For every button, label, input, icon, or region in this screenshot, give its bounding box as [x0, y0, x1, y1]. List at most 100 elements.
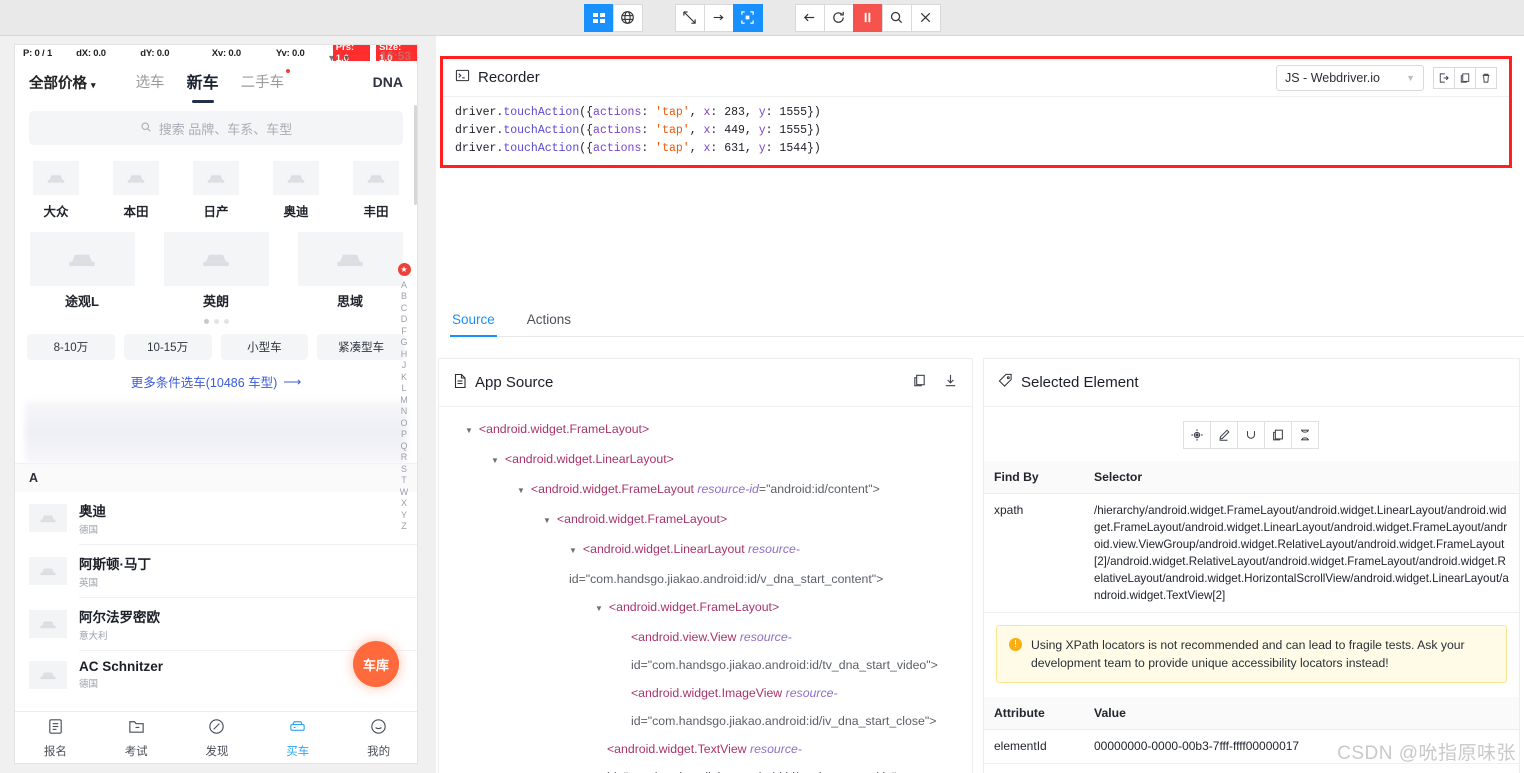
bottom-tab-kaoshi[interactable]: 考试: [96, 717, 177, 759]
tree-node[interactable]: <android.widget.ImageView resource-id="c…: [449, 679, 962, 735]
alpha-letter[interactable]: J: [402, 360, 407, 370]
swipe-icon[interactable]: [703, 3, 734, 32]
alphabet-index[interactable]: ★ A B C D F G H J K L M N O P Q R S T W: [395, 263, 413, 531]
app-tab-ershouche[interactable]: 二手车: [241, 68, 291, 94]
filter-chip[interactable]: 紧凑型车: [317, 334, 405, 360]
filter-chip[interactable]: 10-15万: [123, 334, 212, 360]
tab-actions[interactable]: Actions: [525, 306, 573, 336]
alpha-letter[interactable]: T: [401, 475, 407, 485]
table-row[interactable]: xpath /hierarchy/android.widget.FrameLay…: [984, 493, 1519, 613]
close-icon[interactable]: [910, 3, 941, 32]
alpha-letter[interactable]: X: [401, 498, 407, 508]
model-cell[interactable]: 途观L: [27, 232, 137, 310]
tap-target-icon[interactable]: [732, 3, 763, 32]
bottom-tab-maiche[interactable]: 买车: [257, 717, 338, 759]
source-tree[interactable]: ▼ <android.widget.FrameLayout> ▼ <android.…: [439, 407, 972, 773]
chevron-down-icon[interactable]: ▼: [491, 447, 499, 475]
app-tab-xuanche[interactable]: 选车: [136, 71, 165, 94]
alpha-letter[interactable]: Z: [401, 521, 407, 531]
chevron-down-icon[interactable]: ▼: [465, 417, 473, 445]
alpha-letter[interactable]: A: [401, 280, 407, 290]
alpha-letter[interactable]: R: [401, 452, 408, 462]
garage-fab-button[interactable]: 车库: [353, 641, 399, 687]
ad-banner-blurred[interactable]: [25, 401, 407, 463]
app-tab-xinche[interactable]: 新车: [187, 69, 219, 95]
model-carousel[interactable]: 途观L 英朗 思域: [15, 222, 417, 310]
list-item[interactable]: 阿斯顿·马丁 英国: [15, 545, 417, 597]
alpha-letter[interactable]: G: [400, 337, 407, 347]
alpha-letter[interactable]: H: [401, 349, 408, 359]
recorder-code[interactable]: driver.touchAction({actions: 'tap', x: 2…: [443, 97, 1509, 165]
alpha-letter[interactable]: M: [400, 395, 408, 405]
alpha-letter[interactable]: K: [401, 372, 407, 382]
dna-button[interactable]: DNA: [373, 74, 403, 90]
brand-cell[interactable]: 本田: [107, 161, 165, 220]
brand-cell[interactable]: 丰田: [347, 161, 405, 220]
filter-chip[interactable]: 小型车: [220, 334, 309, 360]
pause-icon[interactable]: [852, 3, 883, 32]
alpha-letter[interactable]: C: [401, 303, 408, 313]
alpha-letter[interactable]: F: [401, 326, 407, 336]
tree-node[interactable]: ▼ <android.widget.FrameLayout>: [449, 505, 962, 535]
alpha-letter[interactable]: S: [401, 464, 407, 474]
back-arrow-icon[interactable]: [794, 3, 825, 32]
send-keys-icon[interactable]: [1210, 421, 1238, 449]
copy-icon[interactable]: [912, 373, 927, 393]
bottom-tab-wode[interactable]: 我的: [338, 717, 417, 759]
alpha-letter[interactable]: N: [401, 406, 408, 416]
tree-node[interactable]: ▼ <android.widget.LinearLayout>: [449, 445, 962, 475]
tap-icon[interactable]: [1183, 421, 1211, 449]
alpha-letter[interactable]: D: [401, 314, 408, 324]
tree-node[interactable]: <android.view.View resource-id="com.hand…: [449, 623, 962, 679]
chevron-down-icon[interactable]: ▼: [569, 537, 577, 565]
tree-node[interactable]: ▼ <android.widget.FrameLayout>: [449, 415, 962, 445]
price-filter-dropdown[interactable]: 全部价格 ▾: [29, 72, 96, 93]
export-icon[interactable]: [1433, 66, 1455, 89]
carousel-dot[interactable]: [213, 319, 219, 324]
model-cell[interactable]: 英朗: [161, 232, 271, 310]
brand-cell[interactable]: 奥迪: [267, 161, 325, 220]
tab-source[interactable]: Source: [450, 306, 497, 337]
chevron-down-icon[interactable]: ▼: [543, 507, 551, 535]
brand-cell[interactable]: 日产: [187, 161, 245, 220]
tree-node[interactable]: ▼ <android.widget.FrameLayout>: [449, 593, 962, 623]
chevron-down-icon[interactable]: ▼: [517, 477, 525, 505]
phone-scrollbar[interactable]: [414, 105, 417, 205]
bottom-tab-baoming[interactable]: 报名: [15, 717, 96, 759]
carousel-dot[interactable]: [223, 319, 229, 324]
brand-cell[interactable]: 大众: [27, 161, 85, 220]
copy-icon[interactable]: [1454, 66, 1476, 89]
globe-icon[interactable]: [612, 3, 643, 32]
carousel-dot[interactable]: [203, 319, 209, 324]
model-cell[interactable]: 思域: [295, 232, 405, 310]
list-item[interactable]: 奥迪 德国: [15, 492, 417, 544]
trash-icon[interactable]: [1475, 66, 1497, 89]
alpha-letter[interactable]: P: [401, 429, 407, 439]
tree-node[interactable]: <android.widget.TextView resource-id="co…: [449, 735, 962, 773]
alpha-letter[interactable]: Y: [401, 510, 407, 520]
alpha-letter[interactable]: Q: [400, 441, 407, 451]
tree-node[interactable]: ▼ <android.widget.FrameLayout resource-id…: [449, 475, 962, 505]
device-screenshot-pane[interactable]: P: 0 / 1 dX: 0.0 dY: 0.0 Xv: 0.0 Yv: 0.0…: [0, 36, 436, 773]
search-input[interactable]: 搜索 品牌、车系、车型: [29, 111, 403, 145]
bottom-tab-faxian[interactable]: 发现: [177, 717, 258, 759]
clear-icon[interactable]: [1237, 421, 1265, 449]
more-filters-link[interactable]: 更多条件选车(10486 车型) ⟶: [15, 360, 417, 395]
chevron-down-icon[interactable]: ▼: [595, 595, 603, 623]
alpha-letter[interactable]: O: [400, 418, 407, 428]
hourglass-icon[interactable]: [1291, 421, 1319, 449]
download-icon[interactable]: [943, 373, 958, 393]
language-select[interactable]: JS - Webdriver.io ▼: [1276, 64, 1424, 91]
filter-chip[interactable]: 8-10万: [27, 334, 115, 360]
list-item[interactable]: 阿尔法罗密欧 意大利: [15, 598, 417, 650]
alpha-letter[interactable]: B: [401, 291, 407, 301]
search-icon[interactable]: [881, 3, 912, 32]
copy-icon[interactable]: [1264, 421, 1292, 449]
phone-screen[interactable]: P: 0 / 1 dX: 0.0 dY: 0.0 Xv: 0.0 Yv: 0.0…: [14, 44, 418, 764]
alpha-letter[interactable]: W: [400, 487, 409, 497]
table-row[interactable]: elementId 00000000-0000-00b3-7fff-ffff00…: [984, 729, 1519, 764]
tree-node[interactable]: ▼ <android.widget.LinearLayout resource-i…: [449, 535, 962, 593]
grid-layout-icon[interactable]: [583, 3, 614, 32]
refresh-icon[interactable]: [823, 3, 854, 32]
select-element-icon[interactable]: [674, 3, 705, 32]
